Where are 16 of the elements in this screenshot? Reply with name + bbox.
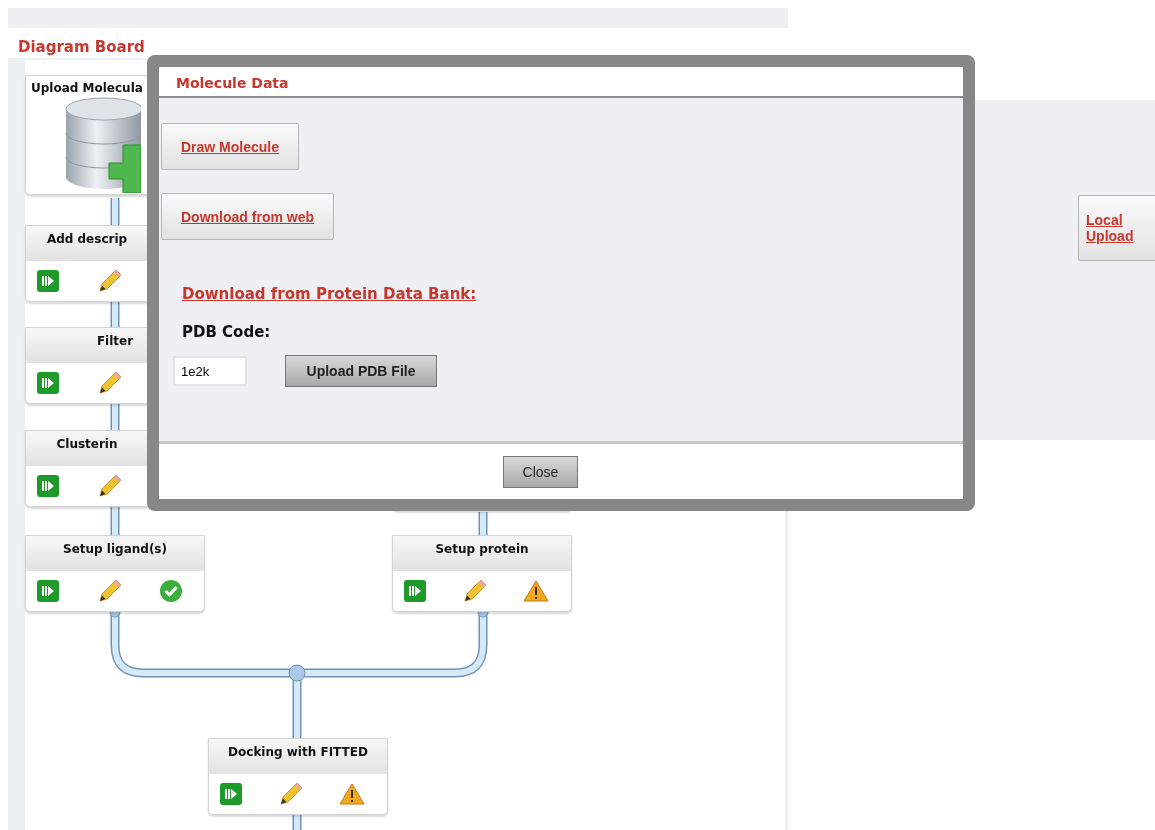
node-title: Add descrip bbox=[46, 232, 128, 248]
local-upload-button[interactable]: Local Upload bbox=[1078, 195, 1155, 261]
workflow-node[interactable]: Setup protein bbox=[392, 535, 572, 612]
node-title: Filter bbox=[96, 334, 134, 350]
workflow-node[interactable]: Docking with FITTED bbox=[208, 738, 388, 815]
upload-pdb-button[interactable]: Upload PDB File bbox=[285, 355, 437, 387]
pdb-code-field[interactable]: 1e2k bbox=[173, 356, 247, 386]
workflow-node[interactable]: Setup ligand(s) bbox=[25, 535, 205, 612]
close-button[interactable]: Close bbox=[503, 455, 578, 488]
node-title: Setup ligand(s) bbox=[63, 542, 167, 558]
board-title: Diagram Board bbox=[17, 37, 146, 58]
node-title: Docking with FITTED bbox=[228, 745, 368, 761]
source-button[interactable]: Download from web bbox=[161, 193, 334, 240]
source-button[interactable]: Draw Molecule bbox=[161, 123, 300, 170]
node-title: Clusterin bbox=[56, 437, 118, 453]
node-title: Setup protein bbox=[435, 542, 529, 558]
